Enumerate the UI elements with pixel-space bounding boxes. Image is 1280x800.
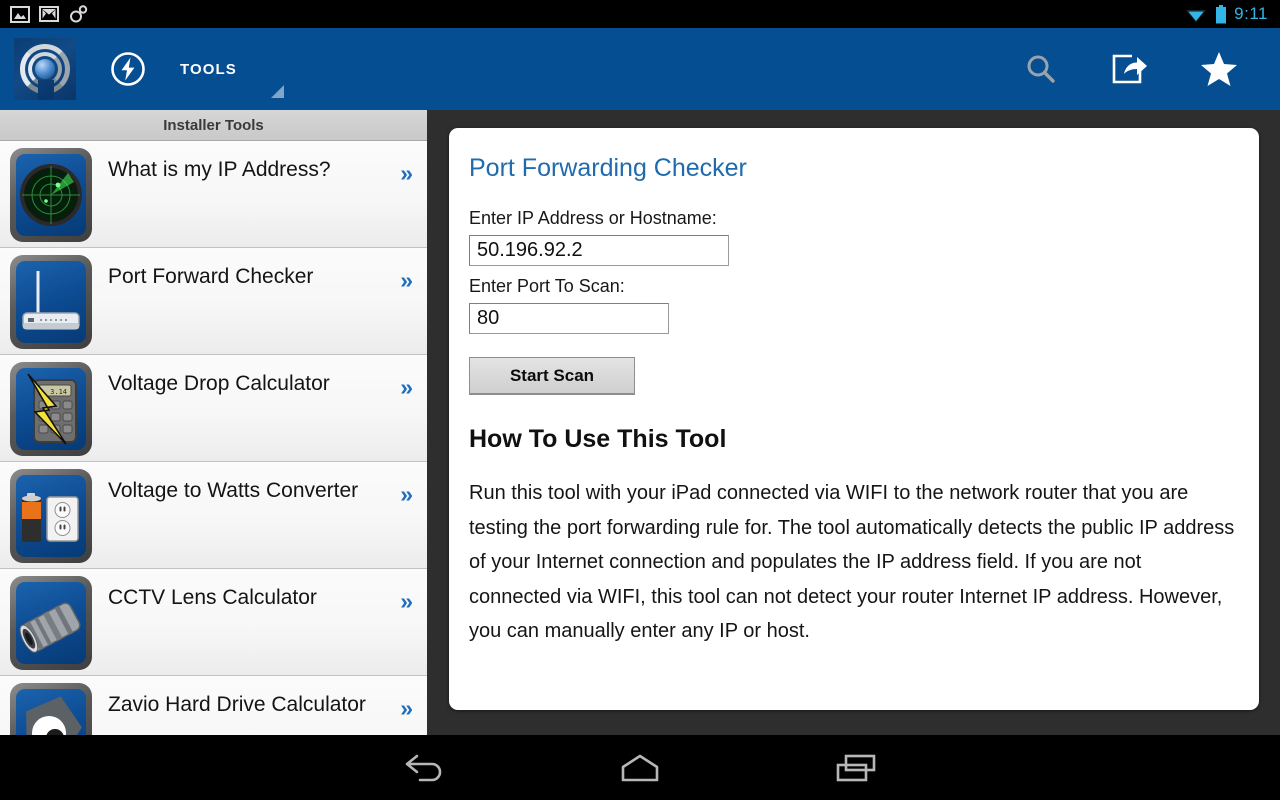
chevron-right-icon: » (400, 695, 413, 721)
chevron-right-icon: » (400, 481, 413, 507)
content-area: Port Forwarding Checker Enter IP Address… (427, 110, 1280, 735)
tools-list: What is my IP Address? » Port Forward Ch… (0, 141, 427, 735)
sidebar-item-zavio-hard-drive-calculator[interactable]: Zavio Hard Drive Calculator » (0, 676, 427, 735)
how-to-use-heading: How To Use This Tool (469, 425, 727, 453)
logo-lens-core (35, 59, 55, 79)
favorite-star-icon[interactable] (1200, 51, 1238, 87)
lightning-bolt-icon (111, 52, 145, 86)
radar-icon (10, 148, 92, 242)
action-bar-buttons (1024, 51, 1280, 87)
router-icon (10, 255, 92, 349)
battery-outlet-icon (10, 469, 92, 563)
back-button[interactable] (316, 753, 532, 783)
sidebar-item-cctv-lens-calculator[interactable]: CCTV Lens Calculator » (0, 569, 427, 676)
chevron-right-icon: » (400, 588, 413, 614)
svg-text:3.14: 3.14 (50, 388, 67, 396)
ip-address-input[interactable] (469, 235, 729, 266)
sidebar-item-label: Voltage Drop Calculator (108, 372, 330, 395)
sidebar-item-label: CCTV Lens Calculator (108, 586, 317, 609)
how-to-use-body: Run this tool with your iPad connected v… (469, 482, 1235, 643)
start-scan-button[interactable]: Start Scan (469, 357, 635, 395)
port-input[interactable] (469, 303, 669, 334)
link-icon (70, 5, 88, 23)
sidebar-item-voltage-drop-calculator[interactable]: 3.14 Voltage Drop Calculator » (0, 355, 427, 462)
calculator-bolt-icon: 3.14 (10, 362, 92, 456)
logo-notch (38, 80, 54, 100)
sidebar-item-label: Voltage to Watts Converter (108, 479, 359, 502)
search-icon[interactable] (1024, 52, 1058, 86)
tools-sidebar: Installer Tools What is my IP Address? »… (0, 110, 427, 735)
tablet-screen: 9:11 TOOLS Installer Tools What is my IP… (0, 0, 1280, 800)
status-notification-icons (0, 5, 88, 23)
app-action-bar: TOOLS (0, 28, 1280, 110)
sidebar-header: Installer Tools (0, 110, 427, 141)
status-system-icons: 9:11 (1184, 4, 1280, 24)
ip-field-label: Enter IP Address or Hostname: (469, 208, 717, 228)
battery-icon (1216, 4, 1227, 23)
port-field-label: Enter Port To Scan: (469, 276, 625, 296)
wifi-icon (1186, 10, 1207, 22)
android-nav-bar (0, 735, 1280, 800)
camera-lens-icon (10, 576, 92, 670)
app-logo-icon[interactable] (14, 38, 76, 100)
action-bar-title: TOOLS (180, 60, 237, 78)
page-title: Port Forwarding Checker (469, 154, 747, 182)
home-button[interactable] (532, 752, 748, 784)
gallery-icon (10, 5, 30, 23)
chevron-right-icon: » (400, 374, 413, 400)
sidebar-item-label: What is my IP Address? (108, 158, 331, 181)
share-icon[interactable] (1110, 52, 1148, 86)
status-clock: 9:11 (1234, 4, 1268, 23)
sidebar-item-label: Port Forward Checker (108, 265, 314, 288)
sidebar-item-what-is-my-ip-address[interactable]: What is my IP Address? » (0, 141, 427, 248)
sidebar-item-port-forward-checker[interactable]: Port Forward Checker » (0, 248, 427, 355)
sidebar-item-voltage-to-watts-converter[interactable]: Voltage to Watts Converter » (0, 462, 427, 569)
zavio-logo-icon (10, 683, 92, 735)
gmail-icon (39, 6, 59, 22)
android-status-bar: 9:11 (0, 0, 1280, 28)
chevron-right-icon: » (400, 160, 413, 186)
dropdown-caret-icon[interactable] (270, 85, 284, 98)
chevron-right-icon: » (400, 267, 413, 293)
sidebar-item-label: Zavio Hard Drive Calculator (108, 693, 366, 716)
tool-card: Port Forwarding Checker Enter IP Address… (449, 128, 1259, 710)
recent-apps-button[interactable] (748, 752, 964, 784)
